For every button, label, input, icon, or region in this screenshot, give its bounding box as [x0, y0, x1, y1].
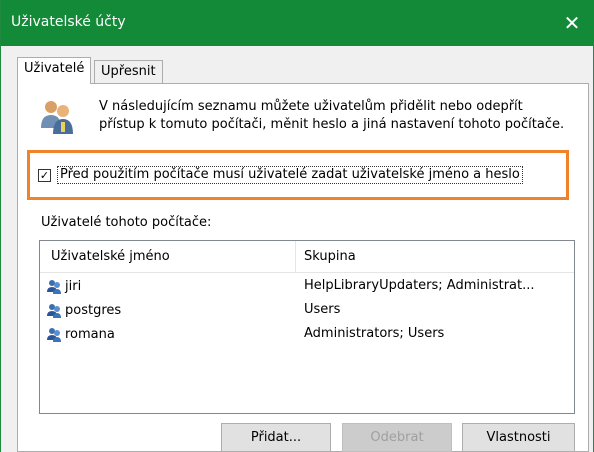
- title-bar: Uživatelské účty ✕: [1, 0, 594, 46]
- window-title: Uživatelské účty: [11, 14, 126, 30]
- table-row[interactable]: romana Administrators; Users: [40, 322, 574, 346]
- user-icon: [47, 280, 61, 294]
- user-name: romana: [65, 326, 115, 342]
- users-list-label: Uživatelé tohoto počítače:: [41, 215, 212, 230]
- column-header-group[interactable]: Skupina: [304, 249, 356, 264]
- intro-text: V následujícím seznamu můžete uživatelům…: [99, 99, 565, 132]
- column-header-username[interactable]: Uživatelské jméno: [51, 249, 170, 264]
- add-user-button[interactable]: Přidat...: [221, 423, 331, 452]
- user-group: Administrators; Users: [304, 326, 445, 341]
- tab-advanced[interactable]: Upřesnit: [94, 60, 163, 84]
- users-listview[interactable]: Uživatelské jméno Skupina jiri HelpLibra…: [39, 240, 575, 414]
- column-divider[interactable]: [295, 241, 296, 273]
- properties-button[interactable]: Vlastnosti: [462, 423, 575, 452]
- table-row[interactable]: jiri HelpLibraryUpdaters; Administrat...: [40, 274, 574, 298]
- list-header: Uživatelské jméno Skupina: [40, 241, 574, 273]
- user-cell: romana: [46, 326, 115, 342]
- user-icon: [47, 304, 61, 318]
- user-name: jiri: [65, 278, 82, 294]
- users-group-icon: [41, 101, 73, 134]
- table-row[interactable]: postgres Users: [40, 298, 574, 322]
- user-accounts-window: Uživatelské účty ✕ Uživatelé Upřesnit V …: [0, 0, 594, 452]
- close-icon: ✕: [563, 11, 581, 35]
- user-name: postgres: [65, 302, 122, 318]
- require-login-checkbox[interactable]: ✓: [38, 168, 51, 182]
- user-cell: postgres: [46, 302, 121, 318]
- remove-user-button[interactable]: Odebrat: [342, 423, 452, 452]
- user-cell: jiri: [46, 278, 81, 294]
- user-group: HelpLibraryUpdaters; Administrat...: [304, 278, 535, 293]
- require-login-row: ✓ Před použitím počítače musí uživatelé …: [38, 166, 523, 184]
- tab-users[interactable]: Uživatelé: [17, 57, 92, 84]
- close-button[interactable]: ✕: [549, 0, 594, 46]
- user-icon: [47, 328, 61, 342]
- user-group: Users: [304, 302, 341, 317]
- require-login-label[interactable]: Před použitím počítače musí uživatelé za…: [57, 166, 523, 184]
